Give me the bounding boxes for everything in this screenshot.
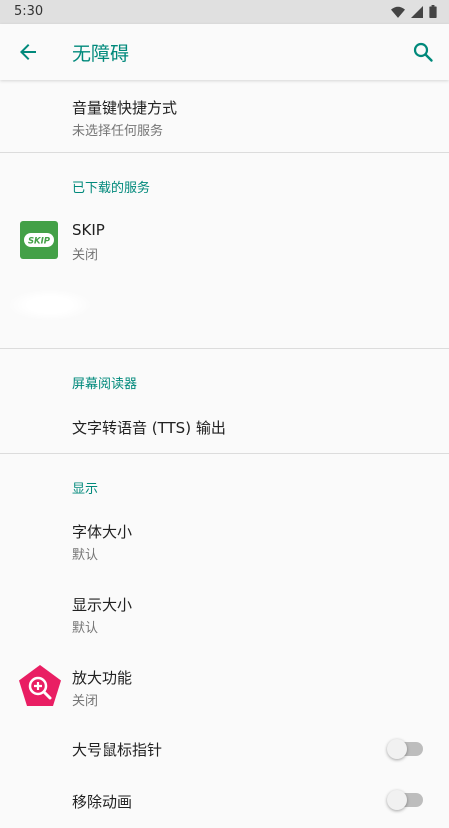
skip-app-icon: SKIP: [20, 221, 58, 259]
status-icons: [391, 5, 437, 18]
remove-animations-toggle[interactable]: [387, 790, 423, 810]
tts-output-title: 文字转语音 (TTS) 输出: [72, 419, 226, 437]
magnification-title: 放大功能: [72, 669, 133, 687]
volume-shortcut-item[interactable]: 音量键快捷方式 未选择任何服务: [0, 80, 449, 152]
skip-title: SKIP: [72, 221, 105, 239]
section-header-downloaded-services: 已下载的服务: [72, 181, 151, 196]
status-time: 5:30: [14, 4, 44, 19]
status-bar: 5:30: [0, 0, 449, 24]
divider: [0, 348, 449, 349]
large-pointer-title: 大号鼠标指针: [72, 741, 163, 759]
display-size-item[interactable]: 显示大小 默认: [0, 577, 449, 649]
signal-icon: [411, 5, 423, 18]
battery-icon: [429, 5, 437, 18]
section-header-display: 显示: [72, 482, 99, 497]
font-size-item[interactable]: 字体大小 默认: [0, 504, 449, 576]
toggle-thumb: [387, 739, 407, 759]
volume-shortcut-summary: 未选择任何服务: [72, 124, 164, 139]
search-icon[interactable]: [411, 40, 435, 64]
divider: [0, 152, 449, 153]
magnification-item[interactable]: 放大功能 关闭: [0, 650, 449, 722]
toggle-thumb: [387, 790, 407, 810]
font-size-title: 字体大小: [72, 523, 133, 541]
app-bar: 无障碍: [0, 24, 449, 80]
section-header-screen-readers: 屏幕阅读器: [72, 377, 138, 392]
wifi-icon: [391, 6, 405, 18]
skip-icon-text: SKIP: [28, 237, 51, 247]
volume-shortcut-title: 音量键快捷方式: [72, 99, 178, 117]
blurred-region: [10, 290, 90, 320]
display-size-title: 显示大小: [72, 596, 133, 614]
magnify-icon: [19, 665, 61, 706]
remove-animations-title: 移除动画: [72, 793, 133, 811]
tts-output-item[interactable]: 文字转语音 (TTS) 输出: [0, 400, 449, 452]
display-size-summary: 默认: [72, 621, 99, 636]
remove-animations-item[interactable]: 移除动画: [0, 776, 449, 828]
font-size-summary: 默认: [72, 548, 99, 563]
large-pointer-toggle[interactable]: [387, 739, 423, 759]
page-title: 无障碍: [72, 43, 130, 65]
magnification-summary: 关闭: [72, 694, 99, 709]
back-arrow-icon[interactable]: [16, 40, 40, 64]
skip-service-item[interactable]: SKIP SKIP 关闭: [0, 204, 449, 276]
skip-summary: 关闭: [72, 248, 99, 263]
large-pointer-item[interactable]: 大号鼠标指针: [0, 723, 449, 775]
divider: [0, 453, 449, 454]
